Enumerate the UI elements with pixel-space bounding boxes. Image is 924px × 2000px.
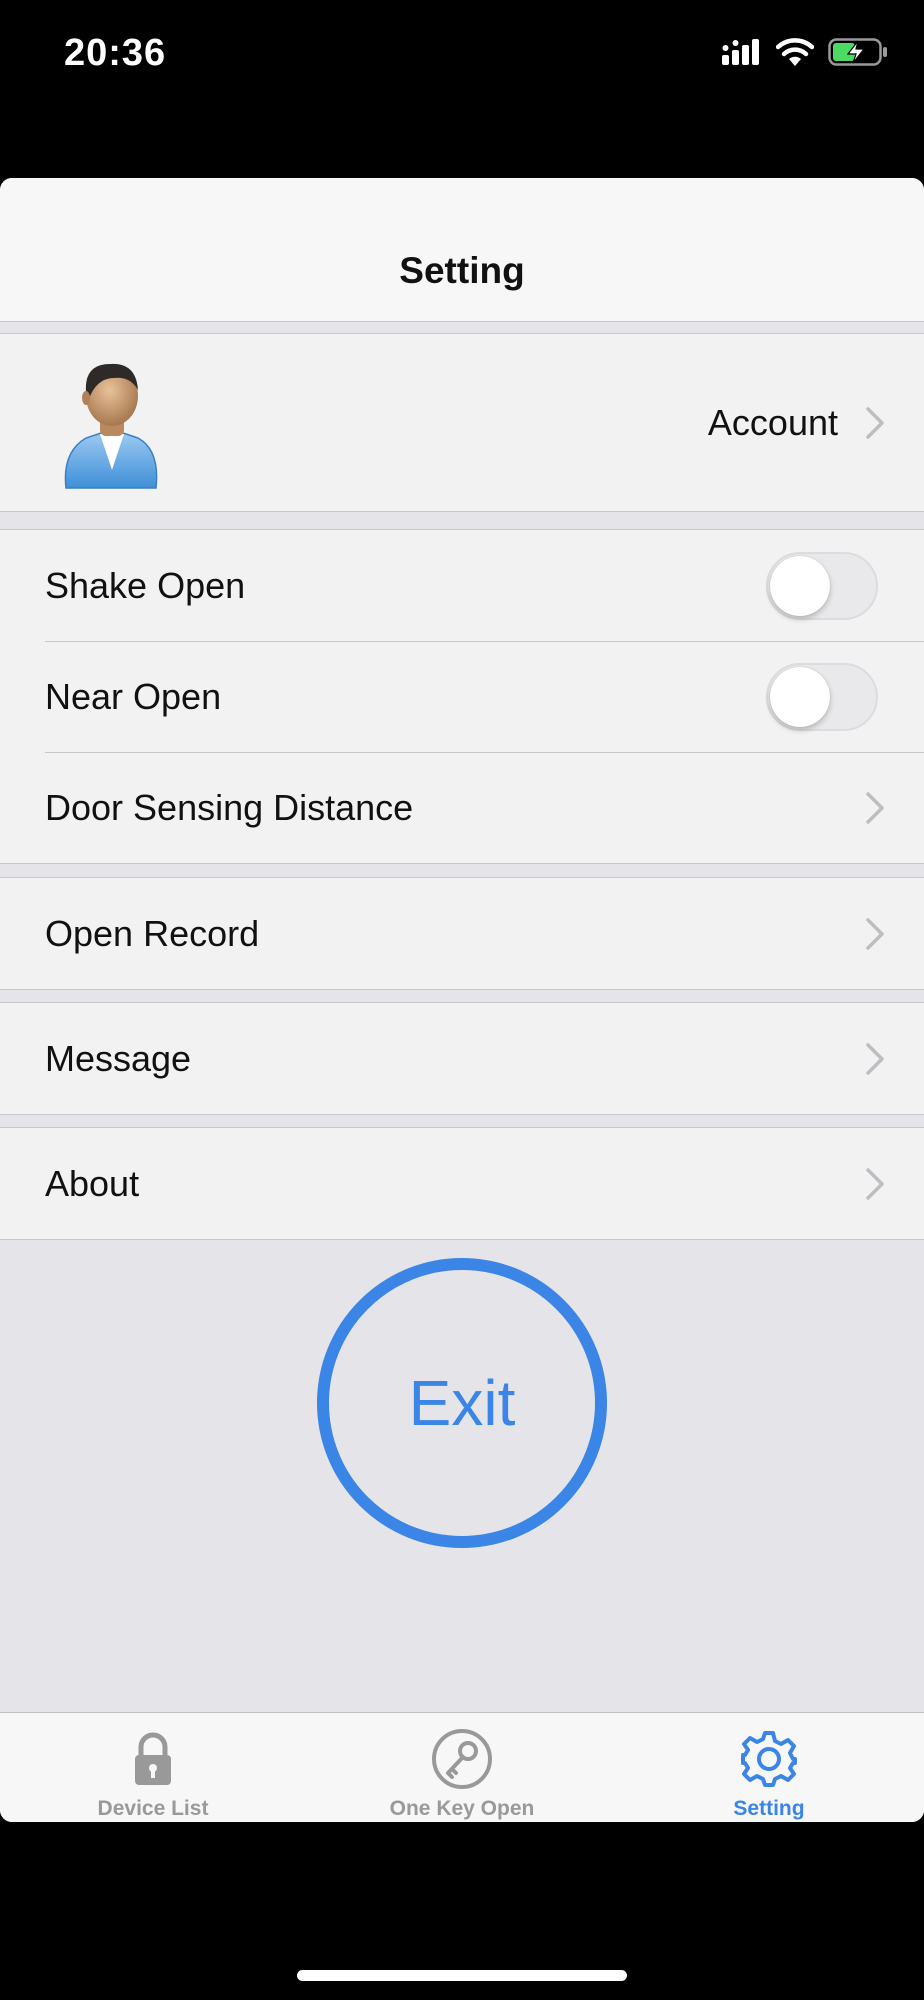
tab-label: One Key Open xyxy=(389,1797,535,1820)
account-label: Account xyxy=(707,401,838,443)
avatar xyxy=(64,363,158,489)
open-record-label: Open Record xyxy=(45,912,260,954)
tab-bar: Device List One Key Open Setting xyxy=(0,1712,924,1822)
toggle-knob xyxy=(770,555,830,616)
page-title: Setting xyxy=(399,250,525,291)
tab-label: Setting xyxy=(733,1797,805,1820)
about-section: About xyxy=(0,1127,924,1240)
near-open-toggle[interactable] xyxy=(766,662,878,731)
home-indicator[interactable] xyxy=(297,1970,627,1981)
shake-open-row: Shake Open xyxy=(0,530,924,641)
shake-open-toggle[interactable] xyxy=(766,551,878,620)
chevron-right-icon xyxy=(866,406,884,439)
near-open-label: Near Open xyxy=(45,675,222,717)
door-sensing-distance-label: Door Sensing Distance xyxy=(45,786,414,828)
key-icon xyxy=(432,1729,492,1789)
chevron-right-icon xyxy=(866,1167,884,1200)
lock-icon xyxy=(135,1732,171,1785)
battery-icon xyxy=(828,38,887,66)
about-label: About xyxy=(45,1162,140,1204)
gear-icon xyxy=(741,1731,797,1787)
message-section: Message xyxy=(0,1002,924,1115)
status-time: 20:36 xyxy=(64,32,167,74)
wifi-icon xyxy=(776,38,814,66)
chevron-right-icon xyxy=(866,791,884,824)
status-icons xyxy=(722,38,888,66)
about-row[interactable]: About xyxy=(0,1128,924,1239)
account-section: Account xyxy=(0,333,924,512)
open-record-section: Open Record xyxy=(0,877,924,990)
shake-open-label: Shake Open xyxy=(45,564,246,606)
chevron-right-icon xyxy=(866,917,884,950)
toggle-knob xyxy=(770,666,830,727)
message-label: Message xyxy=(45,1037,192,1079)
status-bar: 20:36 xyxy=(0,0,924,110)
nav-bar: Setting xyxy=(0,178,924,322)
signal-icon xyxy=(722,39,759,65)
tab-setting[interactable]: Setting xyxy=(669,1713,869,1822)
tab-label: Device List xyxy=(97,1797,209,1820)
message-row[interactable]: Message xyxy=(0,1003,924,1114)
tab-device-list[interactable]: Device List xyxy=(53,1713,253,1822)
exit-button[interactable]: Exit xyxy=(317,1258,607,1548)
near-open-row: Near Open xyxy=(0,641,924,752)
exit-label: Exit xyxy=(408,1367,516,1439)
chevron-right-icon xyxy=(866,1042,884,1075)
account-row[interactable]: Account xyxy=(0,334,924,511)
unlock-settings-section: Shake Open Near Open Door Sensing Distan… xyxy=(0,529,924,864)
door-sensing-distance-row[interactable]: Door Sensing Distance xyxy=(0,752,924,863)
tab-one-key-open[interactable]: One Key Open xyxy=(362,1713,562,1822)
app-screen: Setting Account Shake Open Near Open Doo… xyxy=(0,178,924,1822)
open-record-row[interactable]: Open Record xyxy=(0,878,924,989)
